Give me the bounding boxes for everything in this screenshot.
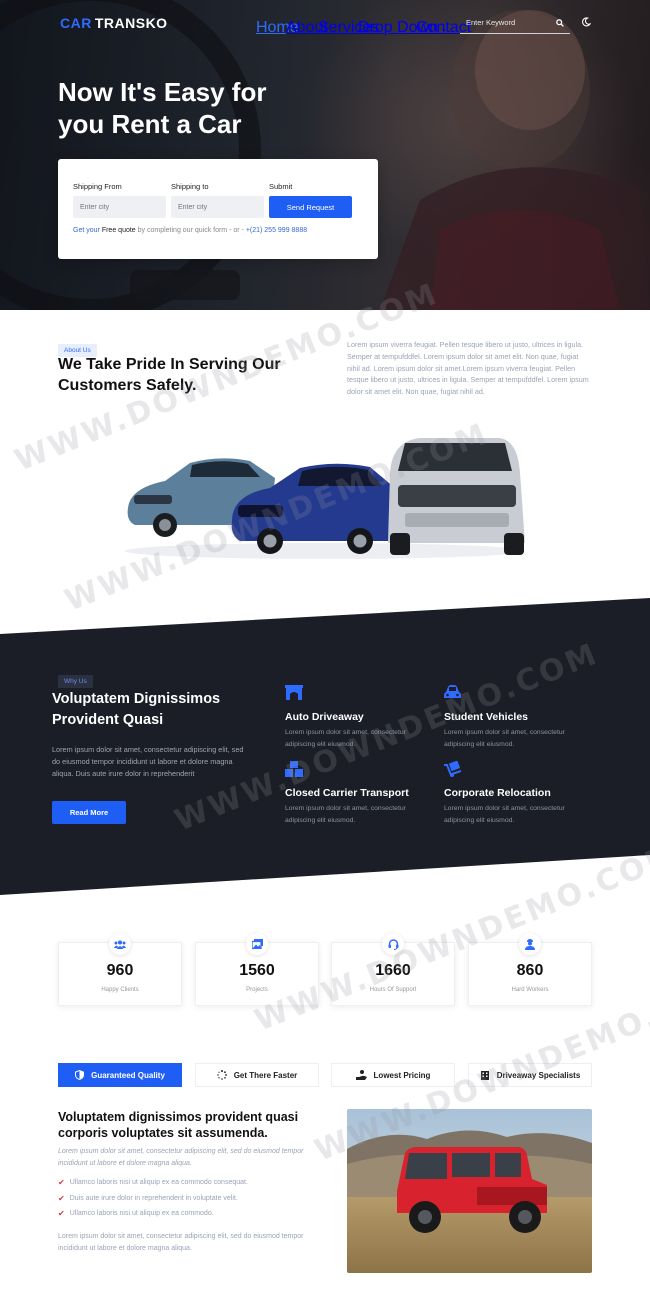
submit-label: Submit — [269, 182, 293, 191]
bridge-icon — [285, 685, 303, 700]
hero-title: Now It's Easy for you Rent a Car — [58, 77, 267, 139]
shipping-from-label: Shipping From — [73, 182, 122, 191]
hand-coin-icon — [355, 1070, 367, 1080]
shipping-from-input[interactable] — [73, 196, 166, 218]
tab-label: Get There Faster — [233, 1070, 298, 1080]
tab-label: Driveaway Specialists — [496, 1070, 581, 1080]
list-item-text: Ullamco laboris nisi ut aliquip ex ea co… — [69, 1210, 214, 1218]
list-item-text: Ullamco laboris nisi ut aliquip ex ea co… — [69, 1179, 248, 1187]
check-icon: ✔ — [58, 1193, 65, 1203]
why-title: Voluptatem Dignissimos Provident Quasi — [52, 691, 221, 728]
check-icon: ✔ — [58, 1209, 65, 1219]
dolly-icon — [444, 760, 462, 777]
stat-value: 960 — [106, 962, 134, 979]
list-item: ✔ Ullamco laboris nisi ut aliquip ex ea c… — [58, 1175, 318, 1191]
stat-card-hard-workers: 860 Hard Workers — [468, 933, 592, 1006]
logo-text: TRANSKO — [94, 15, 168, 31]
stat-label: Happy Clients — [101, 987, 139, 993]
stat-label: Hard Workers — [511, 987, 549, 993]
tab-driveaway-specialists[interactable]: Driveaway Specialists — [468, 1063, 592, 1087]
feature-text: Lorem ipsum dolor sit amet, consectetur … — [444, 729, 565, 748]
car-icon — [444, 685, 461, 698]
why-tag: Why Us — [58, 675, 93, 688]
hero-overlay — [0, 0, 650, 310]
note-quote: quote — [118, 227, 136, 234]
moon-icon[interactable] — [581, 17, 591, 27]
stat-value: 1660 — [375, 962, 411, 979]
feature-title: Corporate Relocation — [444, 787, 551, 799]
shipping-to-input[interactable] — [171, 196, 264, 218]
stat-card-hours-support: 1660 Hours Of Support — [331, 933, 455, 1006]
tab-guaranteed-quality[interactable]: Guaranteed Quality — [58, 1063, 182, 1087]
stat-value: 860 — [516, 962, 544, 979]
feature-text: Lorem ipsum dolor sit amet, consectetur … — [285, 729, 406, 748]
boxes-icon — [285, 761, 303, 777]
note-prefix: Get your — [73, 227, 100, 234]
list-item: ✔ Ullamco laboris nisi ut aliquip ex ea c… — [58, 1206, 318, 1222]
stat-card-projects: 1560 Projects — [195, 933, 319, 1006]
list-item: ✔ Duis aute irure dolor in reprehenderit … — [58, 1191, 318, 1207]
stat-value: 1560 — [239, 962, 275, 979]
feature-corporate-relocation: Corporate Relocation Lorem ipsum dolor s… — [444, 760, 584, 826]
feature-auto-driveaway: Auto Driveaway Lorem ipsum dolor sit ame… — [285, 685, 425, 750]
feature-title: Closed Carrier Transport — [285, 787, 409, 799]
quote-note: Get your Free quote by completing our qu… — [73, 227, 307, 234]
worker-icon — [519, 933, 541, 955]
send-request-button[interactable]: Send Request — [269, 196, 352, 218]
phone-link[interactable]: +(21) 255 999 8888 — [246, 227, 307, 234]
building-icon — [480, 1071, 489, 1080]
cars-image — [125, 438, 525, 559]
stat-card-happy-clients: 960 Happy Clients — [58, 933, 182, 1006]
search-icon[interactable] — [556, 18, 564, 27]
users-icon — [109, 933, 131, 955]
headset-icon — [382, 933, 404, 955]
about-text: Lorem ipsum viverra feugiat. Pellen tesq… — [347, 340, 589, 397]
feature-title: Auto Driveaway — [285, 711, 364, 723]
tab-label: Lowest Pricing — [373, 1070, 431, 1080]
hero-section: CAR TRANSKO Home About Services Drop Dow… — [0, 0, 650, 310]
quote-form: Shipping From Shipping to Submit Send Re… — [58, 159, 378, 259]
read-more-button[interactable]: Read More — [52, 801, 126, 824]
about-title: We Take Pride In Serving Our Customers S… — [58, 356, 281, 394]
why-tag-wrapper: Why Us — [58, 670, 93, 688]
tab-content-text: Lorem ipsum dolor sit amet, consectetur … — [58, 1233, 304, 1252]
stat-label: Hours Of Support — [369, 987, 417, 993]
stat-label: Projects — [246, 987, 268, 993]
feature-title: Student Vehicles — [444, 711, 529, 723]
feature-text: Lorem ipsum dolor sit amet, consectetur … — [285, 805, 406, 824]
tab-lowest-pricing[interactable]: Lowest Pricing — [331, 1063, 455, 1087]
note-middle: by completing our quick form - or - — [137, 227, 244, 234]
jeep-image — [347, 1109, 592, 1273]
note-free: Free — [101, 227, 117, 234]
spinner-icon — [217, 1070, 227, 1080]
feature-text: Lorem ipsum dolor sit amet, consectetur … — [444, 805, 565, 824]
tab-content-title: Voluptatem dignissimos provident quasi c… — [58, 1110, 299, 1140]
logo[interactable]: CAR TRANSKO — [60, 15, 168, 31]
tab-content-intro: Lorem ipsum dolor sit amet, consectetur … — [58, 1148, 304, 1167]
why-text: Lorem ipsum dolor sit amet, consectetur … — [52, 745, 244, 778]
list-item-text: Duis aute irure dolor in reprehenderit i… — [69, 1194, 238, 1202]
tab-get-there-faster[interactable]: Get There Faster — [195, 1063, 319, 1087]
feature-student-vehicles: Student Vehicles Lorem ipsum dolor sit a… — [444, 685, 584, 750]
shipping-to-label: Shipping to — [171, 182, 209, 191]
check-icon: ✔ — [58, 1178, 65, 1188]
images-icon — [246, 933, 268, 955]
search-bar — [460, 12, 570, 34]
shield-icon — [75, 1070, 85, 1080]
tab-content-list: ✔ Ullamco laboris nisi ut aliquip ex ea c… — [58, 1175, 318, 1222]
tab-label: Guaranteed Quality — [91, 1070, 165, 1080]
search-input[interactable] — [466, 18, 546, 27]
logo-mark: CAR — [60, 15, 92, 31]
feature-closed-carrier: Closed Carrier Transport Lorem ipsum dol… — [285, 761, 425, 826]
